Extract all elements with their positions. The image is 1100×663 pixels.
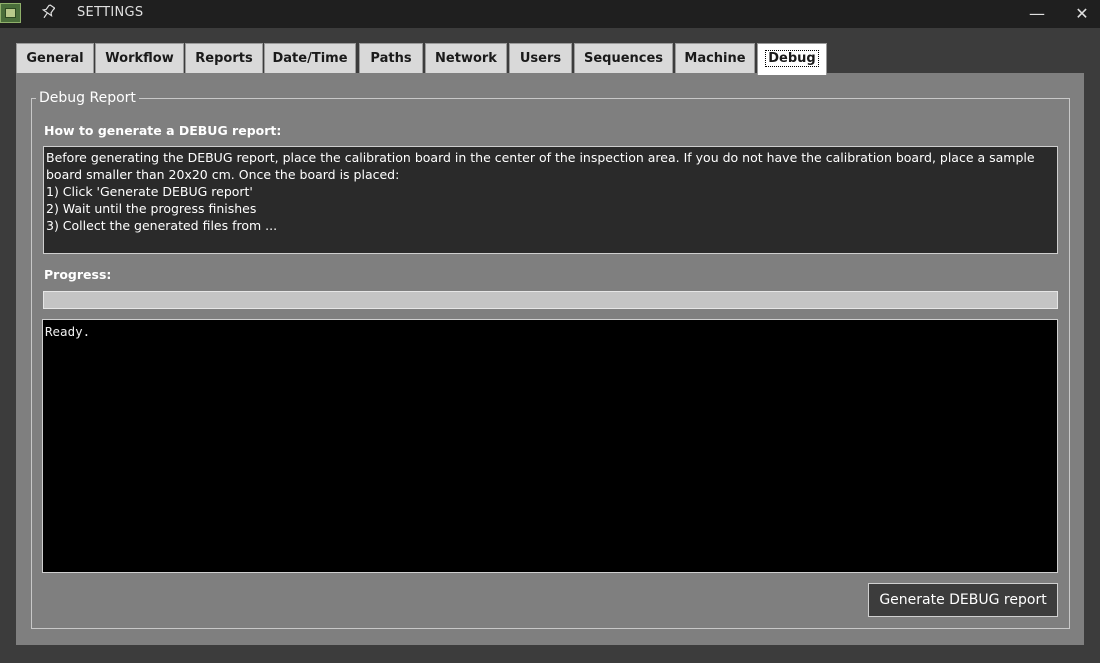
tab-general[interactable]: General (16, 43, 94, 73)
pin-icon[interactable] (40, 4, 57, 22)
debug-panel: Debug Report How to generate a DEBUG rep… (16, 73, 1084, 645)
howto-label: How to generate a DEBUG report: (44, 123, 282, 138)
circuit-board-icon (0, 3, 21, 23)
progress-bar (43, 291, 1058, 309)
close-button[interactable]: ✕ (1059, 0, 1100, 28)
instructions-text[interactable]: Before generating the DEBUG report, plac… (43, 146, 1058, 254)
progress-label: Progress: (44, 267, 112, 282)
tab-datetime[interactable]: Date/Time (264, 43, 356, 73)
tab-reports[interactable]: Reports (185, 43, 263, 73)
tab-sequences[interactable]: Sequences (574, 43, 673, 73)
tab-debug-label: Debug (765, 50, 819, 67)
tab-network[interactable]: Network (425, 43, 507, 73)
window-title: SETTINGS (77, 5, 144, 20)
minimize-button[interactable]: — (1014, 0, 1060, 28)
group-title: Debug Report (36, 90, 139, 106)
tab-paths[interactable]: Paths (359, 43, 423, 73)
tab-machine[interactable]: Machine (675, 43, 755, 73)
title-bar: SETTINGS — ✕ (0, 0, 1100, 28)
tab-workflow[interactable]: Workflow (95, 43, 184, 73)
tab-debug[interactable]: Debug (757, 43, 827, 75)
console-output[interactable]: Ready. (42, 319, 1058, 573)
tab-users[interactable]: Users (509, 43, 572, 73)
generate-debug-report-button[interactable]: Generate DEBUG report (868, 583, 1058, 617)
